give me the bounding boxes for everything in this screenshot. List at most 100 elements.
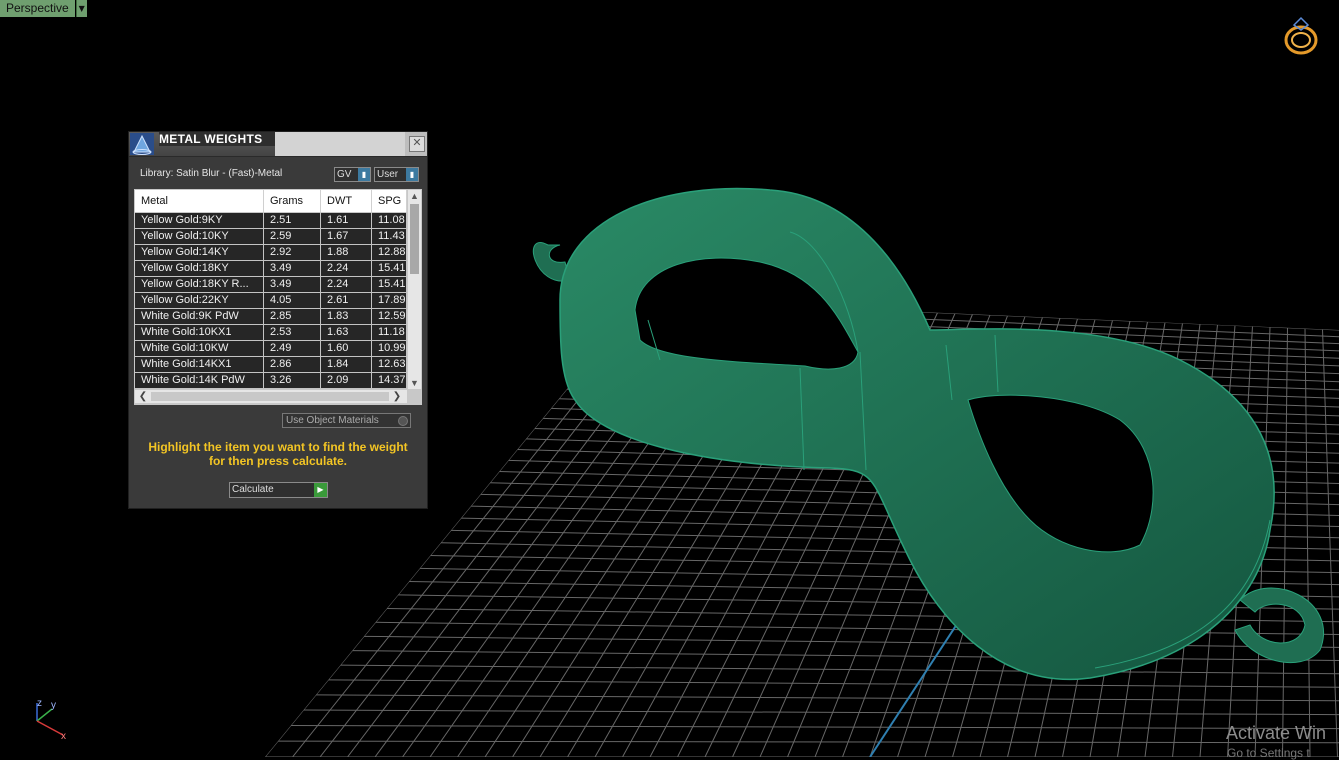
metal-weights-icon xyxy=(130,133,154,155)
grid-line xyxy=(290,724,1339,731)
cell-spg: 15.41 xyxy=(372,261,407,276)
cell-dwt: 2.24 xyxy=(321,277,372,292)
column-header-metal[interactable]: Metal xyxy=(135,190,264,212)
cell-grams: 2.92 xyxy=(264,245,321,260)
cell-metal: White Gold:9K PdW xyxy=(135,309,264,324)
scroll-up-icon[interactable]: ▲ xyxy=(408,190,421,202)
grid-line xyxy=(278,740,1339,744)
table-row[interactable]: White Gold:10KX1 2.53 1.63 11.18 xyxy=(135,325,407,341)
cell-spg: 10.99 xyxy=(372,341,407,356)
cell-dwt: 1.61 xyxy=(321,213,372,228)
calculate-button[interactable]: Calculate ▶ xyxy=(229,482,328,498)
metal-weights-panel: METAL WEIGHTS ✕ Library: Satin Blur - (F… xyxy=(128,131,428,509)
grid-line xyxy=(352,650,1339,666)
column-header-dwt[interactable]: DWT xyxy=(321,190,372,212)
axis-y-label: y xyxy=(51,700,56,711)
cell-spg: 14.37 xyxy=(372,373,407,388)
library-label: Library: Satin Blur - (Fast)-Metal xyxy=(140,168,283,179)
cell-spg: 12.63 xyxy=(372,357,407,372)
scroll-down-icon[interactable]: ▼ xyxy=(408,377,421,389)
cell-dwt: 1.67 xyxy=(321,229,372,244)
close-button[interactable]: ✕ xyxy=(409,136,425,152)
table-row[interactable]: White Gold:14K PdW 3.26 2.09 14.37 xyxy=(135,373,407,389)
table-row[interactable]: Yellow Gold:10KY 2.59 1.67 11.43 xyxy=(135,229,407,245)
table-row[interactable]: Yellow Gold:22KY 4.05 2.61 17.89 xyxy=(135,293,407,309)
grid-line xyxy=(1304,328,1311,757)
unit-select-value: GV xyxy=(337,169,352,180)
cell-dwt: 1.60 xyxy=(321,341,372,356)
scroll-right-icon[interactable]: ❯ xyxy=(391,390,403,403)
calculate-label: Calculate xyxy=(232,484,274,495)
cell-grams: 2.53 xyxy=(264,325,321,340)
grid-line xyxy=(1282,327,1288,757)
viewport-name[interactable]: Perspective xyxy=(0,0,75,17)
dropdown-arrow-icon: ▮ xyxy=(406,168,418,181)
dropdown-arrow-icon: ▮ xyxy=(358,168,370,181)
cell-spg: 12.88 xyxy=(372,245,407,260)
cell-spg: 11.08 xyxy=(372,213,407,228)
triangle-down-icon[interactable]: ▼ xyxy=(75,0,87,17)
vertical-scrollbar[interactable]: ▲ ▼ xyxy=(408,190,421,389)
cell-grams: 3.49 xyxy=(264,261,321,276)
cell-grams: 3.26 xyxy=(264,373,321,388)
table-row[interactable]: White Gold:9K PdW 2.85 1.83 12.59 xyxy=(135,309,407,325)
cell-spg: 11.18 xyxy=(372,325,407,340)
table-row[interactable]: Yellow Gold:18KY 3.49 2.24 15.41 xyxy=(135,261,407,277)
panel-title-bar[interactable]: METAL WEIGHTS ✕ xyxy=(129,132,427,157)
table-row[interactable]: Yellow Gold:18KY R... 3.49 2.24 15.41 xyxy=(135,277,407,293)
scroll-left-icon[interactable]: ❮ xyxy=(137,390,149,403)
activation-watermark: Activate Win xyxy=(1226,723,1327,743)
grid-line xyxy=(1322,329,1338,757)
cell-dwt: 1.84 xyxy=(321,357,372,372)
cell-grams: 2.86 xyxy=(264,357,321,372)
cell-dwt: 2.24 xyxy=(321,261,372,276)
column-header-grams[interactable]: Grams xyxy=(264,190,321,212)
instruction-text: Highlight the item you want to find the … xyxy=(148,440,408,468)
radio-icon[interactable] xyxy=(398,416,408,426)
cell-grams: 2.49 xyxy=(264,341,321,356)
cell-dwt: 1.63 xyxy=(321,325,372,340)
cell-metal: White Gold:10KX1 xyxy=(135,325,264,340)
table-body: Yellow Gold:9KY 2.51 1.61 11.08 Yellow Gold:… xyxy=(135,213,407,389)
table-row[interactable]: Yellow Gold:9KY 2.51 1.61 11.08 xyxy=(135,213,407,229)
activation-watermark-sub: Go to Settings t xyxy=(1227,746,1310,760)
cell-dwt: 1.83 xyxy=(321,309,372,324)
table-row[interactable]: White Gold:10KW 2.49 1.60 10.99 xyxy=(135,341,407,357)
play-icon: ▶ xyxy=(314,483,327,497)
unit-select[interactable]: GV ▮ xyxy=(334,167,371,182)
cell-grams: 3.49 xyxy=(264,277,321,292)
cell-dwt: 1.88 xyxy=(321,245,372,260)
use-object-materials-label: Use Object Materials xyxy=(286,415,379,426)
cell-spg: 15.41 xyxy=(372,277,407,292)
table-row[interactable]: White Gold:14KX1 2.86 1.84 12.63 xyxy=(135,357,407,373)
title-bar-fill xyxy=(275,132,405,156)
horizontal-scrollbar[interactable]: ❮ ❯ xyxy=(135,390,407,403)
source-select-value: User xyxy=(377,169,399,180)
scroll-thumb[interactable] xyxy=(151,392,389,401)
viewport-label[interactable]: Perspective ▼ xyxy=(0,0,87,17)
cell-metal: White Gold:14KX1 xyxy=(135,357,264,372)
table-row[interactable]: Yellow Gold:14KY 2.92 1.88 12.88 xyxy=(135,245,407,261)
cell-dwt: 2.09 xyxy=(321,373,372,388)
axis-gizmo: z y x xyxy=(36,698,66,742)
cell-metal: White Gold:10KW xyxy=(135,341,264,356)
axis-z-label: z xyxy=(37,698,42,709)
ring-logo-icon[interactable] xyxy=(1280,15,1320,57)
table-header: Metal Grams DWT SPG xyxy=(135,190,407,212)
column-header-spg[interactable]: SPG xyxy=(372,190,407,212)
cell-metal: Yellow Gold:22KY xyxy=(135,293,264,308)
cell-spg: 12.59 xyxy=(372,309,407,324)
use-object-materials-toggle[interactable]: Use Object Materials xyxy=(282,413,411,428)
panel-title: METAL WEIGHTS xyxy=(159,132,285,146)
scroll-thumb[interactable] xyxy=(410,204,419,274)
source-select[interactable]: User ▮ xyxy=(374,167,419,182)
cell-metal: Yellow Gold:10KY xyxy=(135,229,264,244)
metal-table: Metal Grams DWT SPG Yellow Gold:9KY 2.51 1… xyxy=(134,189,422,405)
cell-metal: Yellow Gold:14KY xyxy=(135,245,264,260)
cell-grams: 4.05 xyxy=(264,293,321,308)
cell-grams: 2.85 xyxy=(264,309,321,324)
cell-dwt: 2.61 xyxy=(321,293,372,308)
cell-metal: White Gold:14K PdW xyxy=(135,373,264,388)
cell-spg: 11.43 xyxy=(372,229,407,244)
axis-x-label: x xyxy=(61,731,66,742)
